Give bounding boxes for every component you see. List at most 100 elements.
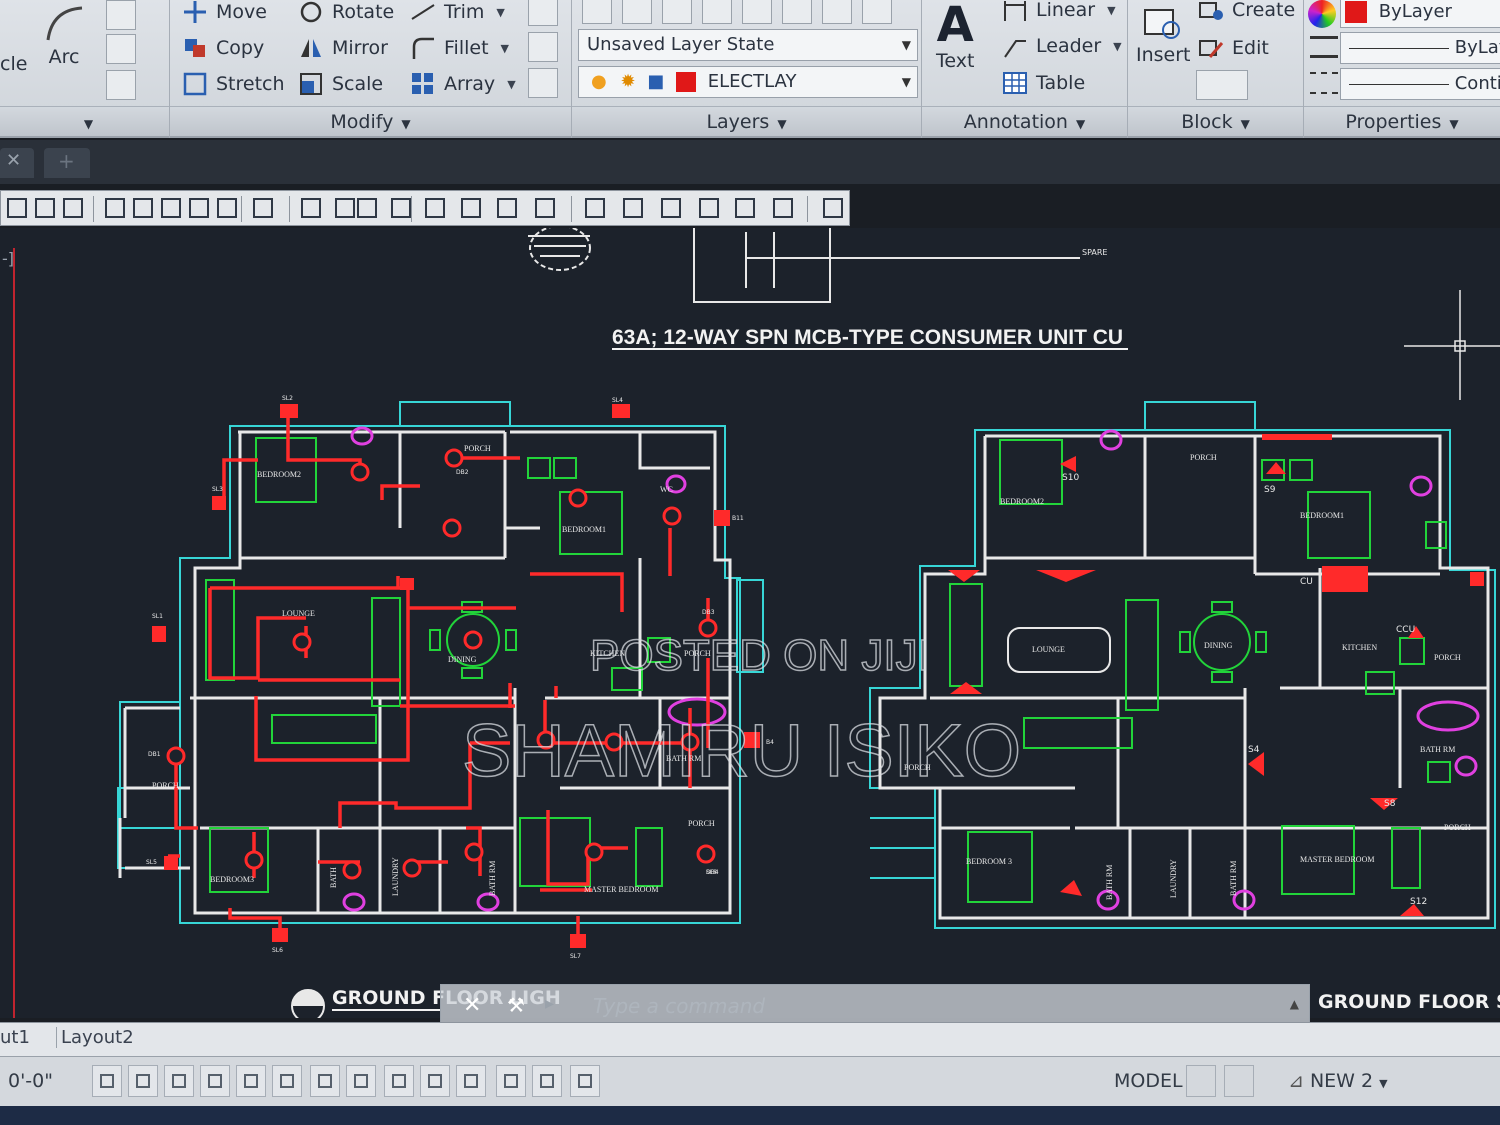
edit-block-tool[interactable]: Edit	[1198, 32, 1269, 64]
trim-tool[interactable]: Trim ▼	[410, 0, 505, 28]
layout-view-toggle[interactable]	[1186, 1065, 1216, 1097]
lineweight-dropdown[interactable]: ByLay	[1340, 32, 1500, 64]
layout1-tab[interactable]: ut1	[0, 1027, 30, 1048]
undo-button[interactable]	[297, 195, 325, 221]
array-tool[interactable]: Array ▼	[410, 68, 516, 100]
model-space-button[interactable]: MODEL	[1114, 1070, 1183, 1092]
cut-button[interactable]	[129, 195, 157, 221]
layers-panel-title[interactable]: Layers ▼	[572, 106, 921, 136]
viewport-lock-toggle[interactable]	[570, 1065, 600, 1097]
copy-tool[interactable]: Copy	[182, 32, 264, 64]
design-center-button[interactable]	[619, 195, 647, 221]
explode-tool-button[interactable]	[528, 32, 558, 62]
properties-button[interactable]	[581, 195, 609, 221]
dyn-icon	[354, 1074, 368, 1088]
svg-text:S4: S4	[1248, 745, 1260, 755]
layout2-tab[interactable]: Layout2	[56, 1027, 134, 1048]
sheet-set-button[interactable]	[695, 195, 723, 221]
layer-tool-button-6[interactable]	[782, 0, 812, 24]
paste-button[interactable]	[185, 195, 213, 221]
lineweight-toggle[interactable]	[384, 1065, 414, 1097]
redo-button[interactable]	[353, 195, 381, 221]
text-tool[interactable]: A Text	[936, 0, 974, 84]
properties-panel-title[interactable]: Properties ▼	[1304, 106, 1500, 136]
hatch-tool-button[interactable]	[106, 70, 136, 100]
transparency-toggle[interactable]	[420, 1065, 450, 1097]
layer-tool-button-7[interactable]	[822, 0, 852, 24]
modify-panel-title[interactable]: Modify ▼	[170, 106, 571, 136]
workspace-switch[interactable]: ⊿ NEW 2 ▼	[1288, 1070, 1388, 1092]
erase-tool-button[interactable]	[528, 0, 558, 26]
text-tool-label: Text	[936, 50, 975, 72]
zoom-realtime-button[interactable]	[457, 195, 485, 221]
block-attribute-dropdown[interactable]	[1196, 70, 1248, 100]
stretch-tool[interactable]: Stretch	[182, 68, 285, 100]
current-layer-dropdown[interactable]: ● ✹ ■ ELECTLAY ▼	[578, 66, 918, 98]
create-block-tool[interactable]: Create	[1198, 0, 1295, 26]
linetype-dropdown[interactable]: Conti	[1340, 68, 1500, 100]
quick-properties-toggle[interactable]	[456, 1065, 486, 1097]
polar-toggle[interactable]	[200, 1065, 230, 1097]
ellipse-tool-button[interactable]	[106, 34, 136, 64]
scale-tool[interactable]: Scale	[298, 68, 383, 100]
selection-cycling-toggle[interactable]	[496, 1065, 526, 1097]
otrack-toggle[interactable]	[272, 1065, 302, 1097]
layer-state-dropdown[interactable]: Unsaved Layer State ▼	[578, 29, 918, 61]
help-button[interactable]	[819, 195, 847, 221]
print-button[interactable]	[31, 195, 59, 221]
offset-tool-button[interactable]	[528, 68, 558, 98]
layer-tool-button-2[interactable]	[622, 0, 652, 24]
layer-tool-button-8[interactable]	[862, 0, 892, 24]
document-tab[interactable]: ✕	[0, 148, 34, 178]
layer-tool-button-3[interactable]	[662, 0, 692, 24]
rotate-tool[interactable]: Rotate	[298, 0, 394, 28]
annotation-panel-title[interactable]: Annotation ▼	[922, 106, 1127, 136]
mirror-tool[interactable]: Mirror	[298, 32, 388, 64]
copy-button[interactable]	[157, 195, 185, 221]
dyn-toggle[interactable]	[346, 1065, 376, 1097]
tool-palettes-button[interactable]	[657, 195, 685, 221]
zoom-window-button[interactable]	[493, 195, 521, 221]
object-color-dropdown[interactable]: ByLayer	[1340, 0, 1500, 28]
ducs-toggle[interactable]	[310, 1065, 340, 1097]
chevron-up-icon[interactable]: ▲	[1290, 997, 1299, 1011]
calculator-button[interactable]	[769, 195, 797, 221]
plot-button[interactable]	[59, 195, 87, 221]
new-tab-button[interactable]: +	[44, 148, 90, 178]
circle-tool[interactable]: cle	[0, 48, 27, 80]
move-tool[interactable]: Move	[182, 0, 267, 28]
wrench-icon[interactable]: ⚒	[507, 993, 525, 1017]
layout-view-toggle[interactable]	[1224, 1065, 1254, 1097]
match-properties-button[interactable]	[213, 195, 241, 221]
rectangle-tool-button[interactable]	[106, 0, 136, 30]
save-button[interactable]	[3, 195, 31, 221]
close-icon[interactable]: ✕	[6, 150, 21, 171]
annotation-monitor-toggle[interactable]	[532, 1065, 562, 1097]
command-history-icon[interactable]: ▸	[545, 993, 554, 1014]
layer-properties-button[interactable]	[582, 0, 612, 24]
publish-button[interactable]	[101, 195, 129, 221]
zoom-previous-button[interactable]	[531, 195, 559, 221]
fillet-tool[interactable]: Fillet ▼	[410, 32, 509, 64]
command-input[interactable]: Type a command	[593, 994, 765, 1018]
help-icon	[823, 198, 843, 218]
linear-dimension-tool[interactable]: Linear ▼	[1002, 0, 1116, 26]
leader-tool[interactable]: Leader ▼	[1002, 30, 1122, 62]
pan-button[interactable]	[421, 195, 449, 221]
drawing-canvas[interactable]: -] SPARE 63A; 12-WAY SPN MCB-TYPE CONSUM…	[0, 228, 1500, 1018]
block-panel-title[interactable]: Block ▼	[1128, 106, 1303, 136]
draw-panel-title[interactable]: ▼	[0, 106, 169, 136]
snap-toggle[interactable]	[92, 1065, 122, 1097]
markup-button[interactable]	[731, 195, 759, 221]
table-tool[interactable]: Table	[1002, 67, 1085, 99]
layer-tool-button-5[interactable]	[742, 0, 772, 24]
osnap-toggle[interactable]	[236, 1065, 266, 1097]
grid-toggle[interactable]	[128, 1065, 158, 1097]
arc-tool[interactable]: Arc	[42, 4, 86, 84]
insert-tool[interactable]: Insert	[1136, 2, 1191, 86]
ortho-toggle[interactable]	[164, 1065, 194, 1097]
layer-tool-button-4[interactable]	[702, 0, 732, 24]
close-icon[interactable]: ✕	[463, 993, 481, 1018]
block-editor-button[interactable]	[249, 195, 277, 221]
viewport-control[interactable]: -]	[2, 249, 14, 268]
